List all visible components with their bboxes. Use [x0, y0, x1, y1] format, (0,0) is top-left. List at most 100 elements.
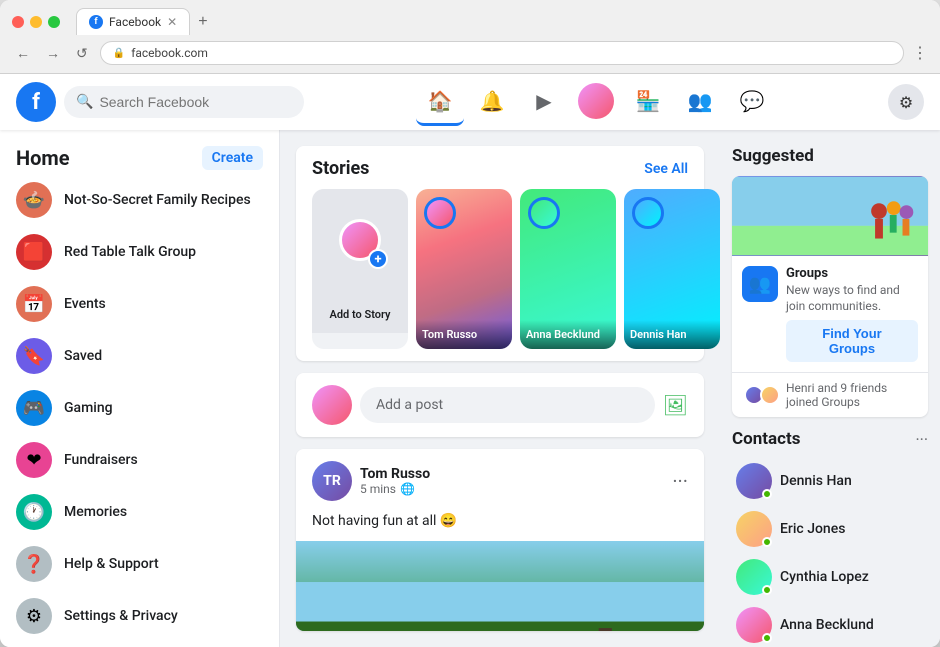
post-author-name: Tom Russo — [360, 466, 664, 482]
nav-groups-button[interactable]: 👥 — [676, 78, 724, 126]
nav-home-button[interactable]: 🏠 — [416, 78, 464, 126]
anna-becklund-story-name: Anna Becklund — [520, 320, 616, 349]
forward-button[interactable]: → — [42, 43, 64, 63]
main-content: Home Create 🍲 Not-So-Secret Family Recip… — [0, 130, 940, 647]
post-more-button[interactable]: ··· — [672, 469, 688, 493]
news-feed: Stories See All + Add to Story — [280, 130, 720, 647]
maximize-traffic-light[interactable] — [48, 16, 60, 28]
groups-icon: 👥 — [742, 266, 778, 302]
sidebar-item-label: Gaming — [64, 400, 113, 416]
anna-becklund-story-avatar — [528, 197, 560, 229]
contact-dennis-han[interactable]: Dennis Han — [732, 457, 928, 505]
sidebar-item-label: Not-So-Secret Family Recipes — [64, 192, 251, 208]
nav-avatar-button[interactable] — [572, 78, 620, 126]
active-tab[interactable]: f Facebook ✕ — [76, 8, 190, 35]
post-author-avatar: TR — [312, 461, 352, 501]
search-input[interactable] — [99, 94, 292, 110]
post-composer: Add a post 🖼 — [296, 373, 704, 437]
browser-tabs: f Facebook ✕ + — [68, 8, 928, 35]
sidebar-item-settings-privacy[interactable]: ⚙ Settings & Privacy — [8, 590, 271, 642]
story-dennis-han[interactable]: Dennis Han — [624, 189, 720, 349]
family-recipes-icon: 🍲 — [16, 182, 52, 218]
browser-window: f Facebook ✕ + ← → ↺ 🔒 facebook.com ⋮ f — [0, 0, 940, 647]
new-tab-button[interactable]: + — [190, 9, 215, 35]
url-display: facebook.com — [131, 46, 208, 60]
nav-bell-button[interactable]: 🔔 — [468, 78, 516, 126]
browser-titlebar: f Facebook ✕ + — [0, 0, 940, 35]
back-button[interactable]: ← — [12, 43, 34, 63]
stories-section: Stories See All + Add to Story — [296, 146, 704, 361]
sidebar-item-saved[interactable]: 🔖 Saved — [8, 330, 271, 382]
contact-name: Anna Becklund — [780, 617, 874, 633]
sidebar-item-fundraisers[interactable]: ❤ Fundraisers — [8, 434, 271, 486]
search-bar[interactable]: 🔍 — [64, 86, 304, 118]
groups-info-card: 👥 Groups New ways to find and join commu… — [732, 256, 928, 372]
sidebar-item-events[interactable]: 📅 Events — [8, 278, 271, 330]
friends-avatars — [744, 385, 780, 405]
post-image-svg — [296, 541, 704, 631]
top-navigation: f 🔍 🏠 🔔 ▶ 🏪 👥 💬 ⚙ — [0, 74, 940, 130]
nav-marketplace-button[interactable]: 🏪 — [624, 78, 672, 126]
online-indicator — [762, 537, 772, 547]
contact-name: Eric Jones — [780, 521, 845, 537]
contacts-title: Contacts — [732, 429, 800, 449]
stories-row: + Add to Story Tom Russo Anna Bec — [312, 189, 688, 349]
stories-title: Stories — [312, 158, 369, 179]
contact-cynthia-lopez[interactable]: Cynthia Lopez — [732, 553, 928, 601]
contact-anna-becklund[interactable]: Anna Becklund — [732, 601, 928, 647]
eric-jones-avatar — [736, 511, 772, 547]
story-anna-becklund[interactable]: Anna Becklund — [520, 189, 616, 349]
tom-russo-story-avatar — [424, 197, 456, 229]
tab-title: Facebook — [109, 15, 161, 29]
contact-eric-jones[interactable]: Eric Jones — [732, 505, 928, 553]
dennis-han-story-name: Dennis Han — [624, 320, 720, 349]
contact-name: Dennis Han — [780, 473, 852, 489]
memories-icon: 🕐 — [16, 494, 52, 530]
sidebar-item-memories[interactable]: 🕐 Memories — [8, 486, 271, 538]
post-input[interactable]: Add a post — [360, 387, 655, 423]
browser-addressbar: ← → ↺ 🔒 facebook.com ⋮ — [0, 35, 940, 73]
story-tom-russo[interactable]: Tom Russo — [416, 189, 512, 349]
sidebar-item-red-table[interactable]: 🟥 Red Table Talk Group — [8, 226, 271, 278]
minimize-traffic-light[interactable] — [30, 16, 42, 28]
nav-video-button[interactable]: ▶ — [520, 78, 568, 126]
contacts-more-button[interactable]: ··· — [915, 430, 928, 449]
facebook-app: f 🔍 🏠 🔔 ▶ 🏪 👥 💬 ⚙ — [0, 74, 940, 647]
gaming-icon: 🎮 — [16, 390, 52, 426]
browser-more-button[interactable]: ⋮ — [912, 43, 928, 63]
add-story-card[interactable]: + Add to Story — [312, 189, 408, 349]
nav-messenger-button[interactable]: 💬 — [728, 78, 776, 126]
contacts-header: Contacts ··· — [732, 429, 928, 449]
post-header: TR Tom Russo 5 mins 🌐 ··· — [296, 449, 704, 513]
groups-suggested-card: 👥 Groups New ways to find and join commu… — [732, 176, 928, 417]
tab-close-button[interactable]: ✕ — [167, 15, 177, 29]
post-time: 5 mins 🌐 — [360, 482, 664, 496]
sidebar-item-family-recipes[interactable]: 🍲 Not-So-Secret Family Recipes — [8, 174, 271, 226]
photo-video-button[interactable]: 🖼 — [663, 393, 688, 417]
add-story-plus-icon: + — [368, 249, 388, 269]
composer-user-avatar — [312, 385, 352, 425]
post-image — [296, 541, 704, 631]
search-icon: 🔍 — [76, 94, 93, 110]
reload-button[interactable]: ↺ — [72, 43, 92, 64]
lock-icon: 🔒 — [113, 48, 125, 59]
close-traffic-light[interactable] — [12, 16, 24, 28]
online-indicator — [762, 633, 772, 643]
create-button[interactable]: Create — [202, 146, 263, 170]
sidebar-item-gaming[interactable]: 🎮 Gaming — [8, 382, 271, 434]
user-avatar — [578, 83, 614, 119]
find-groups-button[interactable]: Find Your Groups — [786, 320, 918, 362]
anna-becklund-avatar — [736, 607, 772, 643]
settings-button[interactable]: ⚙ — [888, 84, 924, 120]
events-icon: 📅 — [16, 286, 52, 322]
address-bar[interactable]: 🔒 facebook.com — [100, 41, 904, 65]
left-sidebar: Home Create 🍲 Not-So-Secret Family Recip… — [0, 130, 280, 647]
sidebar-item-help-support[interactable]: ❓ Help & Support — [8, 538, 271, 590]
see-all-stories-button[interactable]: See All — [644, 161, 688, 177]
groups-title: Groups — [786, 266, 918, 281]
sidebar-item-see-more[interactable]: See More ⌄ — [8, 642, 271, 647]
nav-right-controls: ⚙ — [888, 84, 924, 120]
groups-banner — [732, 176, 928, 256]
post-card: TR Tom Russo 5 mins 🌐 ··· Not having fun… — [296, 449, 704, 631]
sidebar-item-label: Help & Support — [64, 556, 159, 572]
